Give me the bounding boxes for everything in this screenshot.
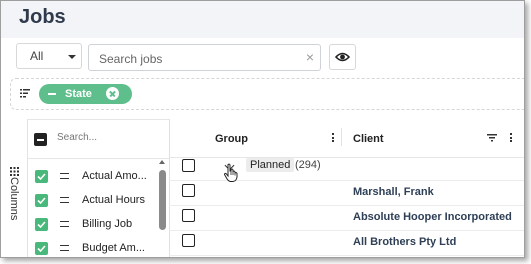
column-checkbox[interactable]: [35, 218, 48, 231]
column-checkbox[interactable]: [35, 242, 48, 255]
table-row[interactable]: Marshall, Frank: [169, 180, 524, 206]
row-checkbox[interactable]: [182, 209, 195, 222]
toolbar: All ×: [1, 38, 524, 78]
jobs-grid: Group Client Planned (294) Marshall, Fra…: [169, 119, 524, 257]
filter-chip-label: State: [65, 88, 92, 100]
page-header: Jobs: [1, 1, 524, 38]
column-label: Billing Job: [82, 218, 133, 230]
column-item[interactable]: Budget Am...: [27, 238, 167, 257]
client-cell[interactable]: Marshall, Frank: [353, 186, 434, 198]
row-checkbox[interactable]: [182, 184, 195, 197]
column-label: Budget Am...: [82, 242, 145, 254]
kebab-menu-icon[interactable]: [510, 133, 513, 144]
filter-icon[interactable]: [487, 134, 497, 142]
row-checkbox[interactable]: [182, 234, 195, 247]
close-icon[interactable]: [106, 87, 119, 100]
filter-chip-state[interactable]: State: [39, 84, 132, 104]
columns-panel: Search... Actual Amo... Actual Hours Bil…: [27, 119, 170, 257]
grid-icon: [10, 167, 19, 176]
chip-dash-icon: [48, 93, 56, 95]
filter-select-value: All: [30, 49, 44, 63]
column-item[interactable]: Actual Amo...: [27, 166, 167, 189]
column-item[interactable]: Actual Hours: [27, 190, 167, 213]
columns-side-tab[interactable]: Columns: [1, 119, 28, 257]
kebab-menu-icon[interactable]: [332, 133, 335, 144]
filter-list-icon[interactable]: [20, 88, 30, 98]
scrollbar-thumb[interactable]: [159, 170, 166, 230]
scroll-up-icon[interactable]: [159, 160, 165, 164]
columns-panel-header: Search...: [27, 120, 169, 159]
drag-handle-icon[interactable]: [60, 221, 69, 227]
table-row[interactable]: Absolute Hooper Incorporated: [169, 205, 524, 231]
clear-search-icon[interactable]: ×: [306, 50, 314, 64]
column-checkbox[interactable]: [35, 170, 48, 183]
column-checkbox[interactable]: [35, 194, 48, 207]
client-cell[interactable]: Absolute Hooper Incorporated: [353, 211, 512, 223]
group-count: (294): [295, 159, 321, 171]
group-label: Planned: [246, 158, 295, 172]
column-label: Actual Hours: [82, 194, 145, 206]
column-header-client[interactable]: Client: [353, 133, 384, 145]
column-item[interactable]: Billing Job: [27, 214, 167, 237]
row-checkbox[interactable]: [182, 159, 195, 172]
table-row[interactable]: All Brothers Pty Ltd: [169, 230, 524, 256]
drag-handle-icon[interactable]: [60, 197, 69, 203]
select-all-columns-checkbox[interactable]: [34, 133, 47, 146]
column-header-group[interactable]: Group: [215, 133, 248, 145]
eye-icon: [334, 52, 351, 62]
columns-scrollbar[interactable]: [159, 158, 166, 257]
page-title: Jobs: [19, 6, 66, 28]
group-row[interactable]: Planned (294): [169, 155, 524, 182]
drag-handle-icon[interactable]: [60, 173, 69, 179]
search-box: ×: [88, 44, 321, 71]
caret-down-icon: [68, 55, 76, 59]
grid-header: Group Client: [169, 119, 524, 158]
filter-select[interactable]: All: [16, 43, 82, 69]
drag-handle-icon[interactable]: [60, 245, 69, 251]
columns-tab-label: Columns: [8, 177, 20, 221]
column-divider[interactable]: [341, 128, 342, 146]
client-cell[interactable]: All Brothers Pty Ltd: [353, 236, 456, 248]
columns-search-input[interactable]: Search...: [57, 132, 97, 143]
visibility-toggle-button[interactable]: [329, 44, 356, 70]
active-filters-bar: State: [10, 78, 524, 110]
search-input[interactable]: [97, 48, 301, 69]
app-window: Jobs All × State: [0, 0, 525, 258]
column-label: Actual Amo...: [82, 170, 147, 182]
